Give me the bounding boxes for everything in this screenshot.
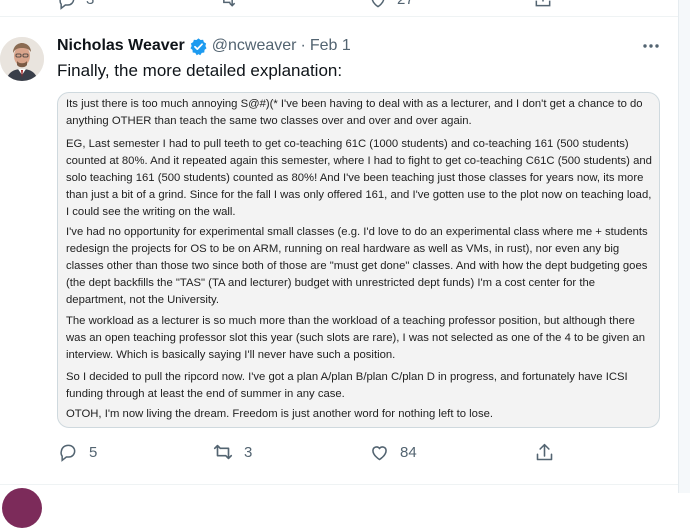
verified-badge-icon — [189, 37, 208, 56]
screenshot-paragraph: The workload as a lecturer is so much mo… — [66, 315, 645, 361]
like-icon — [371, 445, 387, 460]
screenshot-paragraph: So I decided to pull the ripcord now. I'… — [66, 371, 628, 400]
retweet-icon — [223, 0, 236, 7]
reply-icon — [60, 444, 76, 462]
like-icon — [371, 0, 385, 8]
author-name[interactable]: Nicholas Weaver — [57, 37, 185, 55]
screenshot-paragraph: Its just there is too much annoying S@#)… — [66, 98, 643, 127]
reply-icon — [59, 0, 75, 10]
retweet-count: 3 — [244, 443, 253, 461]
share-icon — [535, 0, 551, 7]
prev-like-count: 27 — [397, 0, 414, 11]
header-separator: · — [300, 37, 306, 54]
next-tweet-avatar[interactable] — [2, 488, 42, 528]
screenshot-paragraph: OTOH, I'm now living the dream. Freedom … — [66, 408, 494, 420]
divider — [0, 484, 680, 485]
prev-share-button[interactable] — [533, 0, 553, 9]
more-options-icon — [643, 44, 659, 48]
screenshot-paragraph: EG, Last semester I had to pull teeth to… — [66, 138, 652, 218]
reply-button[interactable]: 5 — [57, 440, 97, 464]
tweet-header: Nicholas Weaver @ncweaver · Feb 1 — [57, 35, 351, 57]
screenshot-paragraph: I've had no opportunity for experimental… — [66, 226, 648, 306]
prev-like-button[interactable]: 27 — [368, 0, 414, 11]
scrollbar-track[interactable] — [678, 0, 690, 493]
share-icon — [536, 443, 552, 460]
reply-count: 5 — [89, 443, 98, 461]
avatar-photo-icon — [0, 37, 44, 81]
avatar[interactable] — [0, 37, 44, 81]
retweet-icon — [213, 444, 233, 460]
tweet-actions: 5 3 84 — [0, 440, 690, 464]
retweet-button[interactable]: 3 — [212, 440, 252, 464]
tweet-text: Finally, the more detailed explanation: — [57, 61, 343, 80]
like-button[interactable]: 84 — [368, 440, 417, 464]
author-handle[interactable]: @ncweaver — [212, 37, 297, 55]
previous-tweet-actions: 3 27 — [0, 0, 680, 11]
tweet-date[interactable]: Feb 1 — [310, 37, 351, 55]
divider — [0, 16, 680, 17]
prev-retweet-button[interactable] — [218, 0, 238, 9]
attached-text-screenshot[interactable]: Its just there is too much annoying S@#)… — [57, 92, 660, 428]
share-button[interactable] — [533, 440, 555, 464]
more-options-button[interactable] — [640, 36, 662, 56]
prev-reply-button[interactable]: 3 — [57, 0, 94, 11]
like-count: 84 — [400, 443, 417, 461]
prev-reply-count: 3 — [86, 0, 94, 11]
